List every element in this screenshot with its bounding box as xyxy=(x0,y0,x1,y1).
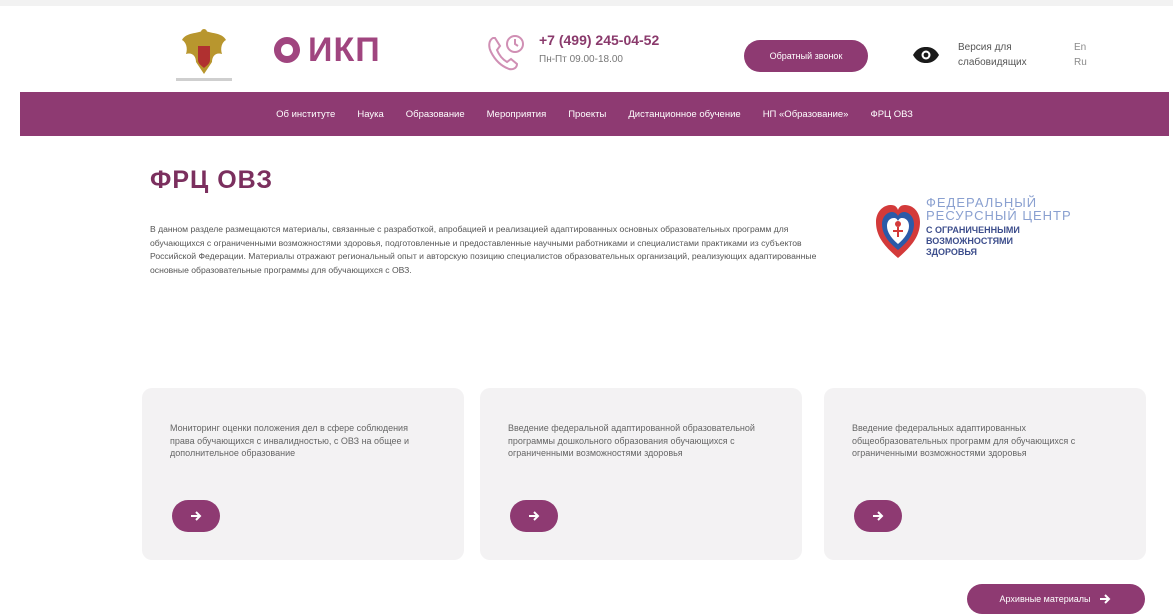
nav-item-science[interactable]: Наука xyxy=(357,109,383,120)
language-switch: En Ru xyxy=(1074,40,1087,70)
nav-item-projects[interactable]: Проекты xyxy=(568,109,606,120)
card-arrow-button[interactable] xyxy=(854,500,902,532)
vision-line-2: слабовидящих xyxy=(958,57,1027,68)
card-text: Мониторинг оценки положения дел в сфере … xyxy=(170,423,410,458)
arrow-right-icon xyxy=(873,511,884,521)
frc-logo: ФЕДЕРАЛЬНЫЙ РЕСУРСНЫЙ ЦЕНТР С ОГРАНИЧЕНН… xyxy=(874,196,1114,266)
phone-block: +7 (499) 245-04-52 Пн-Пт 09.00-18.00 xyxy=(485,32,659,72)
archive-label: Архивные материалы xyxy=(999,594,1091,604)
card-preschool-program[interactable]: Введение федеральной адаптированной обра… xyxy=(480,388,802,560)
card-text: Введение федеральной адаптированной обра… xyxy=(508,423,755,458)
main-nav: Об институте Наука Образование Мероприят… xyxy=(20,92,1169,136)
nav-item-education[interactable]: Образование xyxy=(406,109,465,120)
emblem-icon[interactable] xyxy=(168,24,240,86)
nav-item-distance-learning[interactable]: Дистанционное обучение xyxy=(628,109,740,120)
intro-text: В данном разделе размещаются материалы, … xyxy=(150,224,817,275)
ikp-logo-text: ИКП xyxy=(308,30,381,69)
phone-icon xyxy=(488,35,524,71)
card-general-programs[interactable]: Введение федеральных адаптированных обще… xyxy=(824,388,1146,560)
nav-item-about[interactable]: Об институте xyxy=(276,109,335,120)
card-monitoring[interactable]: Мониторинг оценки положения дел в сфере … xyxy=(142,388,464,560)
frc-logo-line-5: ЗДОРОВЬЯ xyxy=(926,247,978,257)
card-arrow-button[interactable] xyxy=(172,500,220,532)
arrow-right-icon xyxy=(191,511,202,521)
archive-materials-button[interactable]: Архивные материалы xyxy=(967,584,1145,614)
ikp-logo-icon xyxy=(274,37,300,63)
nav-item-np-education[interactable]: НП «Образование» xyxy=(763,109,849,120)
callback-button[interactable]: Обратный звонок xyxy=(744,40,868,72)
site-header: ИКП +7 (499) 245-04-52 Пн-Пт 09.00-18.00… xyxy=(0,0,1173,92)
card-text: Введение федеральных адаптированных обще… xyxy=(852,423,1076,458)
nav-item-frc-ovz[interactable]: ФРЦ ОВЗ xyxy=(870,109,912,120)
arrow-right-icon xyxy=(1100,594,1111,604)
card-arrow-button[interactable] xyxy=(510,500,558,532)
vision-version-link[interactable]: Версия для слабовидящих xyxy=(958,40,1027,70)
lang-en[interactable]: En xyxy=(1074,40,1087,55)
lang-ru[interactable]: Ru xyxy=(1074,55,1087,70)
page-title: ФРЦ ОВЗ xyxy=(150,166,274,194)
work-hours: Пн-Пт 09.00-18.00 xyxy=(539,54,623,65)
vision-line-1: Версия для xyxy=(958,42,1012,53)
frc-logo-line-4: ВОЗМОЖНОСТЯМИ xyxy=(926,236,1014,246)
ikp-logo[interactable]: ИКП xyxy=(272,30,381,69)
frc-logo-line-3: С ОГРАНИЧЕННЫМИ xyxy=(926,225,1020,235)
frc-heart-logo-icon xyxy=(876,205,920,258)
frc-logo-line-2: РЕСУРСНЫЙ ЦЕНТР xyxy=(926,208,1072,223)
nav-item-events[interactable]: Мероприятия xyxy=(487,109,547,120)
phone-number[interactable]: +7 (499) 245-04-52 xyxy=(539,32,659,48)
cards-grid: Мониторинг оценки положения дел в сфере … xyxy=(142,388,1148,560)
arrow-right-icon xyxy=(529,511,540,521)
eye-icon[interactable] xyxy=(912,46,940,64)
